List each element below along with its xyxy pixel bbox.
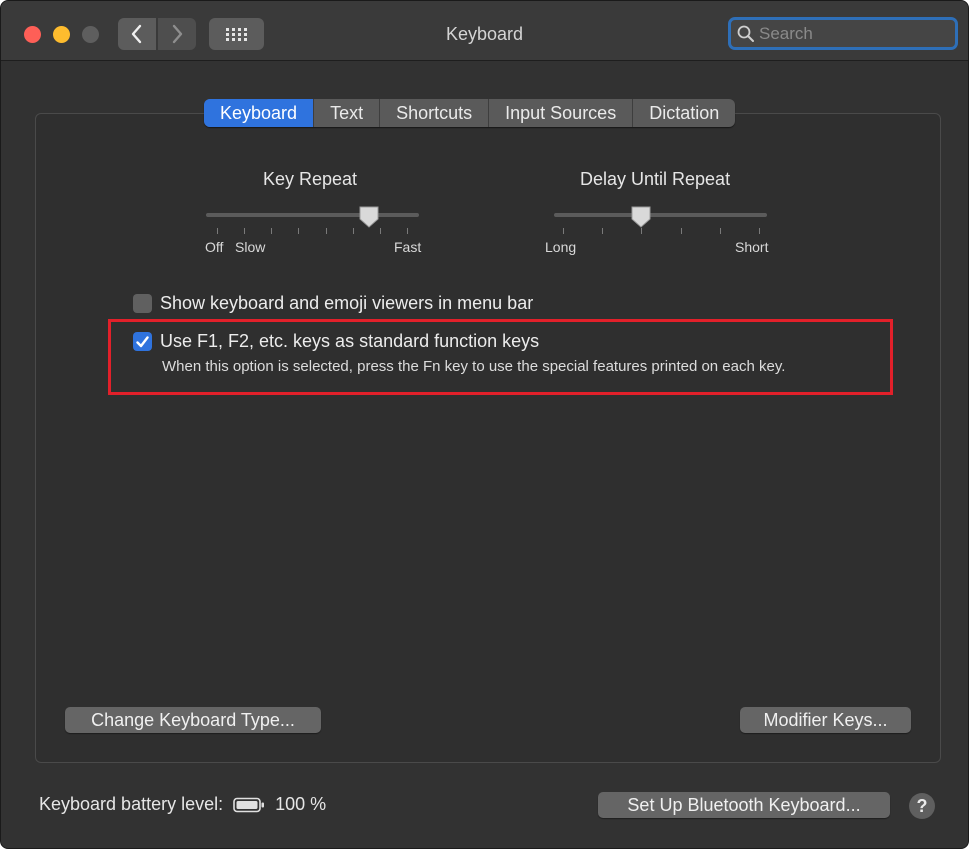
slider-tick bbox=[759, 228, 760, 234]
tab-dictation[interactable]: Dictation bbox=[633, 99, 735, 127]
search-input[interactable] bbox=[759, 23, 939, 44]
title-bar: Keyboard bbox=[1, 1, 968, 61]
setup-bluetooth-keyboard-button[interactable]: Set Up Bluetooth Keyboard... bbox=[598, 792, 890, 818]
highlight-box bbox=[108, 319, 893, 395]
slider-tick bbox=[719, 228, 721, 234]
keyboard-preferences-window: Keyboard Keyboard Text Shortcuts Input S… bbox=[0, 0, 969, 849]
battery-value: 100 % bbox=[275, 794, 327, 814]
slider-tick bbox=[563, 228, 564, 234]
modifier-keys-button[interactable]: Modifier Keys... bbox=[740, 707, 911, 733]
key-repeat-off-label: Off bbox=[205, 239, 224, 255]
slider-tick bbox=[602, 228, 604, 234]
search-icon bbox=[737, 25, 754, 42]
search-field[interactable] bbox=[728, 17, 958, 50]
tab-input-sources[interactable]: Input Sources bbox=[489, 99, 634, 127]
battery-status: Keyboard battery level: 100 % bbox=[39, 794, 326, 815]
tab-shortcuts[interactable]: Shortcuts bbox=[380, 99, 490, 127]
change-keyboard-type-button[interactable]: Change Keyboard Type... bbox=[65, 707, 321, 733]
tab-keyboard[interactable]: Keyboard bbox=[204, 99, 315, 127]
delay-short-label: Short bbox=[735, 239, 769, 255]
delay-until-repeat-slider-thumb[interactable] bbox=[630, 205, 652, 229]
slider-tick bbox=[680, 228, 682, 234]
key-repeat-fast-label: Fast bbox=[394, 239, 422, 255]
slider-tick bbox=[217, 228, 218, 234]
key-repeat-slow-label: Slow bbox=[235, 239, 266, 255]
tab-text[interactable]: Text bbox=[314, 99, 381, 127]
key-repeat-track[interactable] bbox=[206, 213, 419, 217]
settings-panel bbox=[35, 113, 941, 763]
slider-tick bbox=[271, 228, 273, 234]
slider-tick bbox=[244, 228, 246, 234]
slider-tick bbox=[352, 228, 354, 234]
key-repeat-slider-thumb[interactable] bbox=[358, 205, 380, 229]
slider-tick bbox=[298, 228, 300, 234]
show-viewers-option[interactable]: Show keyboard and emoji viewers in menu … bbox=[133, 293, 533, 314]
slider-tick bbox=[407, 228, 408, 234]
delay-long-label: Long bbox=[545, 239, 577, 255]
delay-until-repeat-title: Delay Until Repeat bbox=[580, 169, 731, 189]
slider-tick bbox=[325, 228, 327, 234]
tab-bar: Keyboard Text Shortcuts Input Sources Di… bbox=[204, 99, 736, 127]
show-viewers-checkbox[interactable] bbox=[133, 294, 152, 313]
delay-until-repeat-track[interactable] bbox=[554, 213, 767, 217]
key-repeat-title: Key Repeat bbox=[263, 169, 358, 189]
battery-label: Keyboard battery level: bbox=[39, 794, 224, 814]
battery-icon bbox=[233, 797, 265, 812]
help-button[interactable]: ? bbox=[909, 793, 935, 819]
show-viewers-label: Show keyboard and emoji viewers in menu … bbox=[160, 293, 534, 313]
delay-until-repeat-ticks bbox=[563, 228, 760, 234]
